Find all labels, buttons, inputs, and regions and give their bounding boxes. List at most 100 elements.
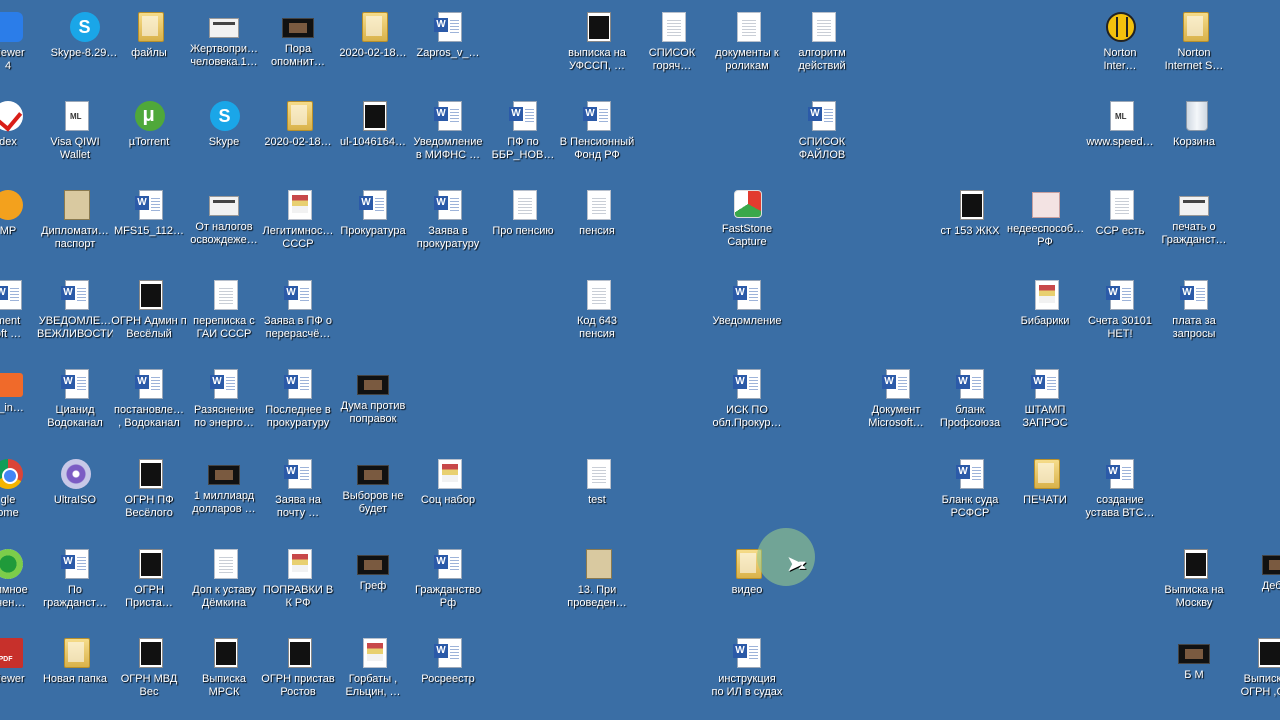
desktop-icon-novaya-papka[interactable]: Новая папка	[37, 634, 113, 718]
desktop-icon-zayava-na-pochtu[interactable]: Заява на почту …	[260, 455, 336, 539]
desktop-icon-label: Выборов не будет	[342, 490, 404, 515]
desktop-icon-popravki-v-k-rf[interactable]: ПОПРАВКИ В К РФ	[260, 545, 336, 629]
desktop-icon-label: ПФ по ББР_НОВ…	[491, 136, 555, 161]
desktop-icon-ot-nalogov[interactable]: От налогов освождеже…	[186, 186, 262, 270]
green-icon	[0, 549, 23, 579]
desktop-icon-pora-opomnit[interactable]: Пора опомнит…	[260, 8, 336, 92]
desktop-icon-zayava-v-prokuraturu[interactable]: Заява в прокуратуру	[410, 186, 486, 270]
desktop-icon-label: Про пенсию	[492, 225, 554, 237]
desktop-icon-algoritm[interactable]: алгоритм действий	[784, 8, 860, 92]
desktop-icon-zhertvopri[interactable]: Жертвопри… человека.1…	[186, 8, 262, 92]
desktop-icon-zapros-v[interactable]: Zapros_v_…	[410, 8, 486, 92]
desktop-icon-vypiska-mrsk[interactable]: Выписка МРСК	[186, 634, 262, 718]
desktop-icon-norton-internet-s[interactable]: Norton Internet S…	[1156, 8, 1232, 92]
imgdoc-icon	[288, 549, 312, 579]
desktop-icon-vyborov-ne-budet[interactable]: Выборов не будет	[335, 455, 411, 539]
desktop-icon-uvedomlenie-mifns[interactable]: Уведомление в МИФНС …	[410, 97, 486, 181]
desktop-icon-ul-1046[interactable]: ul-1046164…	[335, 97, 411, 181]
desktop-icon-viewer[interactable]: Viewer 4	[0, 8, 46, 92]
desktop-icon-visa-qiwi[interactable]: Visa QIWI Wallet	[37, 97, 113, 181]
desktop-icon-tsianid-vodokanal[interactable]: Цианид Водоканал	[37, 365, 113, 449]
desktop-icon-ogrn-pristav[interactable]: ОГРН Приста…	[111, 545, 187, 629]
desktop-icon-duma-protiv-popravok[interactable]: Дума против поправок	[335, 365, 411, 449]
desktop-icon-zayava-v-pf[interactable]: Заява в ПФ о перерасчё…	[260, 276, 336, 360]
desktop-icon-skype[interactable]: Skype	[186, 97, 262, 181]
desktop-icon-uvedomlenie[interactable]: Уведомление	[709, 276, 785, 360]
desktop-icon-perepiska-gai[interactable]: переписка с ГАИ СССР	[186, 276, 262, 360]
desktop-icon-blank-suda-rsfsr[interactable]: Бланк суда РСФСР	[932, 455, 1008, 539]
desktop-icon-norton-internet[interactable]: Norton Inter…	[1082, 8, 1158, 92]
desktop-icon-dokumenty-k-rolikam[interactable]: документы к роликам	[709, 8, 785, 92]
desktop-icon-folder-2020-2[interactable]: 2020-02-18…	[260, 97, 336, 181]
desktop-icon-label: Бибарики	[1020, 315, 1070, 327]
desktop-icon-rosreestr[interactable]: Росреестр	[410, 634, 486, 718]
desktop-icon-ogrn-admin-vesyoly[interactable]: ОГРН Админ п Весёлый	[111, 276, 187, 360]
desktop-icon-gref[interactable]: Греф	[335, 545, 411, 629]
desktop-icon-sots-nabor[interactable]: Соц набор	[410, 455, 486, 539]
desktop-icon-label: Skype	[208, 136, 240, 148]
desktop-icon-pf-po-bbr[interactable]: ПФ по ББР_НОВ…	[485, 97, 561, 181]
desktop-icon-1-milliard[interactable]: 1 миллиард долларов …	[186, 455, 262, 539]
desktop-icon-po-grazhdanstvu[interactable]: По гражданст…	[37, 545, 113, 629]
desktop-icon-vypiska-ogrn[interactable]: Выписк… ОГРН ,С…	[1230, 634, 1280, 718]
desktop-icon-shtamp-zapros[interactable]: ШТАМП ЗАПРОС	[1007, 365, 1083, 449]
desktop-icon-spisok-faylov[interactable]: СПИСОК ФАЙЛОВ	[784, 97, 860, 181]
desktop-icon-dop-k-ustavu[interactable]: Доп к уставу Дёмкина	[186, 545, 262, 629]
desktop-icon-folder-2020-1[interactable]: 2020-02-18…	[335, 8, 411, 92]
desktop-icon-debil[interactable]: Дебил	[1240, 545, 1280, 629]
desktop-icon-ultraiso[interactable]: UltraISO	[37, 455, 113, 539]
desktop-icon-pro-pensiyu[interactable]: Про пенсию	[485, 186, 561, 270]
desktop-icon-13-pri-proveden[interactable]: 13. При проведен…	[559, 545, 635, 629]
desktop-icon-spisok-gorach[interactable]: СПИСОК горяч…	[634, 8, 710, 92]
desktop-icon-ogrn-mvd-ves[interactable]: ОГРН МВД Вес	[111, 634, 187, 718]
desktop-icon-postanovle-vodokanal[interactable]: постановле… , Водоканал	[111, 365, 187, 449]
desktop-icon-faily[interactable]: файлы	[111, 8, 187, 92]
desktop-icon-gorbaty-eltsin[interactable]: Горбаты , Ельцин, …	[335, 634, 411, 718]
desktop-icon-sozdanie-ustava-vts[interactable]: создание устава ВТС…	[1082, 455, 1158, 539]
desktop-icon-blank-profsoyuza[interactable]: бланк Профсоюза	[932, 365, 1008, 449]
desktop-icon-label: 13. При проведен…	[567, 584, 627, 609]
desktop-icon-nedeesposob-rf[interactable]: недееспособ… РФ	[1007, 186, 1083, 270]
desktop-icon-vypiska-na-moskvu[interactable]: Выписка на Москву	[1156, 545, 1232, 629]
desktop-icon-kod-643-pensiya[interactable]: Код 643 пенсия	[559, 276, 635, 360]
desktop-icon-dokument-microsoft[interactable]: Документ Microsoft…	[858, 365, 934, 449]
desktop-icon-ogrn-pristav-rostov[interactable]: ОГРН пристав Ростов	[260, 634, 336, 718]
desktop-icon-label: ст 153 ЖКХ	[940, 225, 1000, 237]
desktop-icon-test[interactable]: test	[559, 455, 635, 539]
desktop-icon-utorrent[interactable]: µTorrent	[111, 97, 187, 181]
desktop-icon-st-153-zhkh[interactable]: ст 153 ЖКХ	[932, 186, 1008, 270]
desktop-icon-pensiya[interactable]: пенсия	[559, 186, 635, 270]
desktop-icon-razyasnenie-energo[interactable]: Разяснение по энерго…	[186, 365, 262, 449]
imgdoc-icon	[1035, 280, 1059, 310]
pdf-icon	[0, 638, 23, 668]
desktop-icon-uvedomle-vezhlivosti[interactable]: УВЕДОМЛЕ… ВЕЖЛИВОСТИ	[37, 276, 113, 360]
desktop-icon-v-pensionny-fond[interactable]: В Пенсионный Фонд РФ	[559, 97, 635, 181]
torrent-icon	[134, 101, 165, 131]
desktop-icon-label: Легитимнос… СССР	[262, 225, 334, 250]
desktop-icon-pechati[interactable]: ПЕЧАТИ	[1007, 455, 1083, 539]
black-icon	[960, 190, 984, 220]
desktop-icon-ssr-est[interactable]: ССР есть	[1082, 186, 1158, 270]
desktop-icon-scheta-30101[interactable]: Счета 30101 НЕТ!	[1082, 276, 1158, 360]
desktop-icon-faststone[interactable]: FastStone Capture	[709, 186, 785, 270]
desktop-icon-legitimnost-sssr[interactable]: Легитимнос… СССР	[260, 186, 336, 270]
desktop-icon-b-m[interactable]: Б М	[1156, 634, 1232, 718]
desktop-icon-instruktsiya-po-il[interactable]: инструкция по ИЛ в судах	[709, 634, 785, 718]
desktop-icon-plata-za-zaprosy[interactable]: плата за запросы	[1156, 276, 1232, 360]
orange-icon	[0, 373, 23, 397]
desktop-icon-diplomaty-pasport[interactable]: Дипломати… паспорт	[37, 186, 113, 270]
desktop-icon-prokuratura[interactable]: Прокуратура	[335, 186, 411, 270]
desktop-icon-www-speed[interactable]: www.speed…	[1082, 97, 1158, 181]
desktop-icon-recycle-bin[interactable]: Корзина	[1156, 97, 1232, 181]
desktop-icon-grazhdanstvo-rf[interactable]: Гражданство Рф	[410, 545, 486, 629]
desktop-icon-mfs15[interactable]: MFS15_112…	[111, 186, 187, 270]
desktop-icon-poslednee-v-prokuraturu[interactable]: Последнее в прокуратуру	[260, 365, 336, 449]
desktop-icon-ogrn-pf-vesyologo[interactable]: ОГРН ПФ Весёлого	[111, 455, 187, 539]
desktop-icon-bibariki[interactable]: Бибарики	[1007, 276, 1083, 360]
desktop-icon-label: 2020-02-18…	[264, 136, 332, 148]
desktop-icon-vypiska-ufssp[interactable]: выписка на УФССП, …	[559, 8, 635, 92]
imgdoc-icon	[438, 459, 462, 489]
desktop-icon-pechat-o-grazhdanstve[interactable]: печать о Гражданст…	[1156, 186, 1232, 270]
desktop-icon-isk-po[interactable]: ИСК ПО обл.Прокур…	[709, 365, 785, 449]
html-icon	[65, 101, 89, 131]
